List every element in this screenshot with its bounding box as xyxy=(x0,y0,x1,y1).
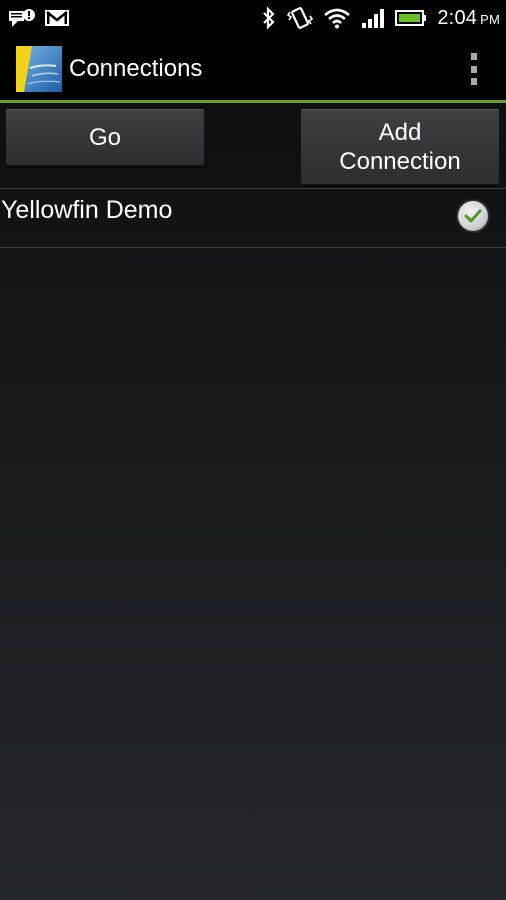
vibrate-icon xyxy=(287,6,314,30)
status-bar-system: 2:04 PM xyxy=(261,5,500,31)
overflow-dot xyxy=(471,78,477,85)
signal-icon xyxy=(361,7,385,29)
go-button[interactable]: Go xyxy=(5,108,205,166)
overflow-dot xyxy=(471,65,477,73)
action-bar: Connections xyxy=(0,36,506,100)
notification-icon xyxy=(8,7,36,29)
page-title: Connections xyxy=(69,55,203,82)
gmail-icon xyxy=(44,8,70,28)
bluetooth-icon xyxy=(261,6,277,30)
overflow-dot xyxy=(471,53,477,60)
add-connection-label-line1: Add xyxy=(378,118,422,146)
checkmark-icon[interactable] xyxy=(458,201,488,231)
add-connection-button[interactable]: Add Connection xyxy=(300,108,500,185)
list-divider xyxy=(0,188,506,189)
add-connection-label-line2: Connection xyxy=(339,147,461,175)
go-button-label: Go xyxy=(88,123,121,151)
status-bar: 2:04 PM xyxy=(0,0,506,36)
list-divider xyxy=(0,247,506,248)
clock: 2:04 PM xyxy=(437,7,500,30)
wifi-icon xyxy=(323,7,351,29)
status-bar-notifications xyxy=(8,6,70,30)
clock-ampm: PM xyxy=(480,11,500,27)
add-connection-button-label: Add Connection xyxy=(339,118,460,176)
overflow-menu-icon[interactable] xyxy=(468,53,480,85)
clock-time: 2:04 xyxy=(437,6,478,29)
connection-name: Yellowfin Demo xyxy=(1,196,173,224)
battery-icon xyxy=(395,8,427,28)
yellowfin-app-icon[interactable] xyxy=(16,46,62,92)
action-bar-accent-line xyxy=(0,100,506,103)
